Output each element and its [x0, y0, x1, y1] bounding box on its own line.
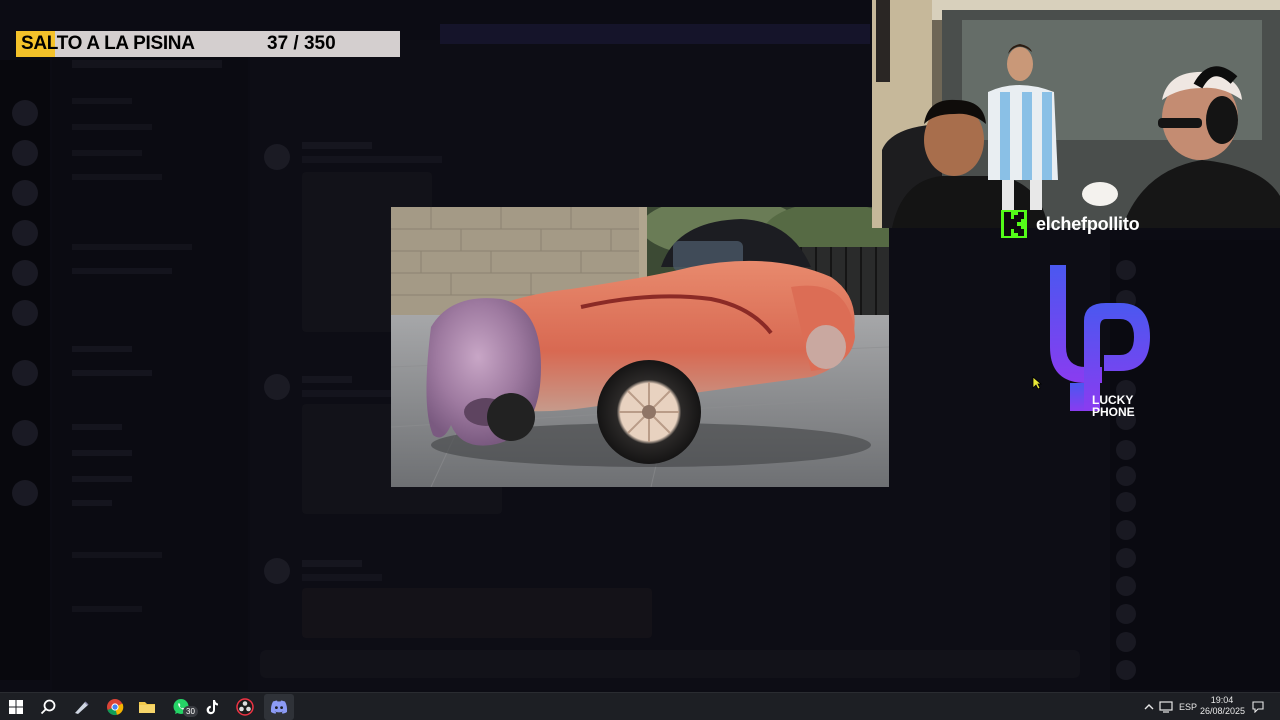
chat-message [302, 390, 392, 397]
member-avatar[interactable] [1116, 466, 1136, 486]
discord-icon[interactable] [264, 694, 294, 720]
channel-item[interactable] [72, 268, 172, 274]
pen-app-icon[interactable] [70, 695, 94, 719]
chat-username[interactable] [302, 142, 372, 149]
member-avatar[interactable] [1116, 548, 1136, 568]
channel-item[interactable] [72, 60, 222, 68]
member-avatar[interactable] [1116, 576, 1136, 596]
discord-banner [440, 24, 870, 44]
tiktok-icon[interactable] [200, 695, 224, 719]
whatsapp-unread-badge: 30 [183, 706, 198, 717]
chevron-up-icon[interactable] [1142, 695, 1156, 719]
channel-item[interactable] [72, 346, 132, 352]
segment-counter: 37 / 350 [267, 33, 336, 54]
segment-title: SALTO A LA PISINA [21, 33, 195, 54]
webcam-feed [872, 0, 1280, 228]
chat-message [302, 574, 382, 581]
obs-icon[interactable] [233, 695, 257, 719]
chat-username[interactable] [302, 560, 362, 567]
chat-username[interactable] [302, 376, 352, 383]
featured-image [391, 207, 889, 487]
channel-item[interactable] [72, 450, 132, 456]
server-rail [0, 60, 50, 680]
chat-avatar[interactable] [264, 374, 290, 400]
server-icon[interactable] [12, 300, 38, 326]
input-language[interactable]: ESP [1179, 702, 1197, 712]
kick-logo-icon [1001, 210, 1027, 238]
channel-item[interactable] [72, 370, 152, 376]
clock-time: 19:04 [1210, 695, 1234, 705]
streamer-name: elchefpollito [1036, 214, 1140, 234]
member-avatar[interactable] [1116, 520, 1136, 540]
server-icon[interactable] [12, 220, 38, 246]
server-icon[interactable] [12, 100, 38, 126]
member-avatar[interactable] [1116, 440, 1136, 460]
server-icon[interactable] [12, 140, 38, 166]
channel-item[interactable] [72, 500, 112, 506]
search-icon[interactable] [36, 695, 60, 719]
chat-avatar[interactable] [264, 144, 290, 170]
file-explorer-icon[interactable] [135, 695, 159, 719]
member-avatar[interactable] [1116, 632, 1136, 652]
channel-item[interactable] [72, 552, 162, 558]
channel-item[interactable] [72, 150, 142, 156]
channel-item[interactable] [72, 476, 132, 482]
channel-item[interactable] [72, 98, 132, 104]
channel-item[interactable] [72, 424, 122, 430]
chat-avatar[interactable] [264, 558, 290, 584]
nose-car-image [391, 207, 889, 487]
system-clock[interactable]: 19:04 26/08/2025 [1200, 695, 1246, 717]
mouse-cursor-icon [1032, 376, 1043, 390]
server-icon[interactable] [12, 360, 38, 386]
sponsor-name-line2: PHONE [1092, 405, 1135, 419]
notification-icon[interactable] [1250, 695, 1266, 719]
windows-start-icon[interactable] [4, 695, 28, 719]
member-avatar[interactable] [1116, 660, 1136, 680]
lucky-phone-logo-icon [1046, 263, 1156, 413]
channel-item[interactable] [72, 124, 152, 130]
message-input[interactable] [260, 650, 1080, 678]
chat-attachment[interactable] [302, 588, 652, 638]
channel-list [52, 40, 248, 690]
channel-item[interactable] [72, 244, 192, 250]
channel-item[interactable] [72, 606, 142, 612]
member-avatar[interactable] [1116, 604, 1136, 624]
server-icon[interactable] [12, 180, 38, 206]
server-icon[interactable] [12, 480, 38, 506]
sponsor-name: LUCKY PHONE [1092, 394, 1135, 418]
chat-message [302, 156, 442, 163]
server-icon[interactable] [12, 420, 38, 446]
clock-date: 26/08/2025 [1200, 706, 1246, 716]
screen: SALTO A LA PISINA 37 / 350 elchefpollito… [0, 0, 1280, 720]
webcam-scene [872, 0, 1280, 228]
server-icon[interactable] [12, 260, 38, 286]
channel-item[interactable] [72, 174, 162, 180]
member-avatar[interactable] [1116, 492, 1136, 512]
chrome-icon[interactable] [103, 695, 127, 719]
network-icon[interactable] [1158, 695, 1174, 719]
